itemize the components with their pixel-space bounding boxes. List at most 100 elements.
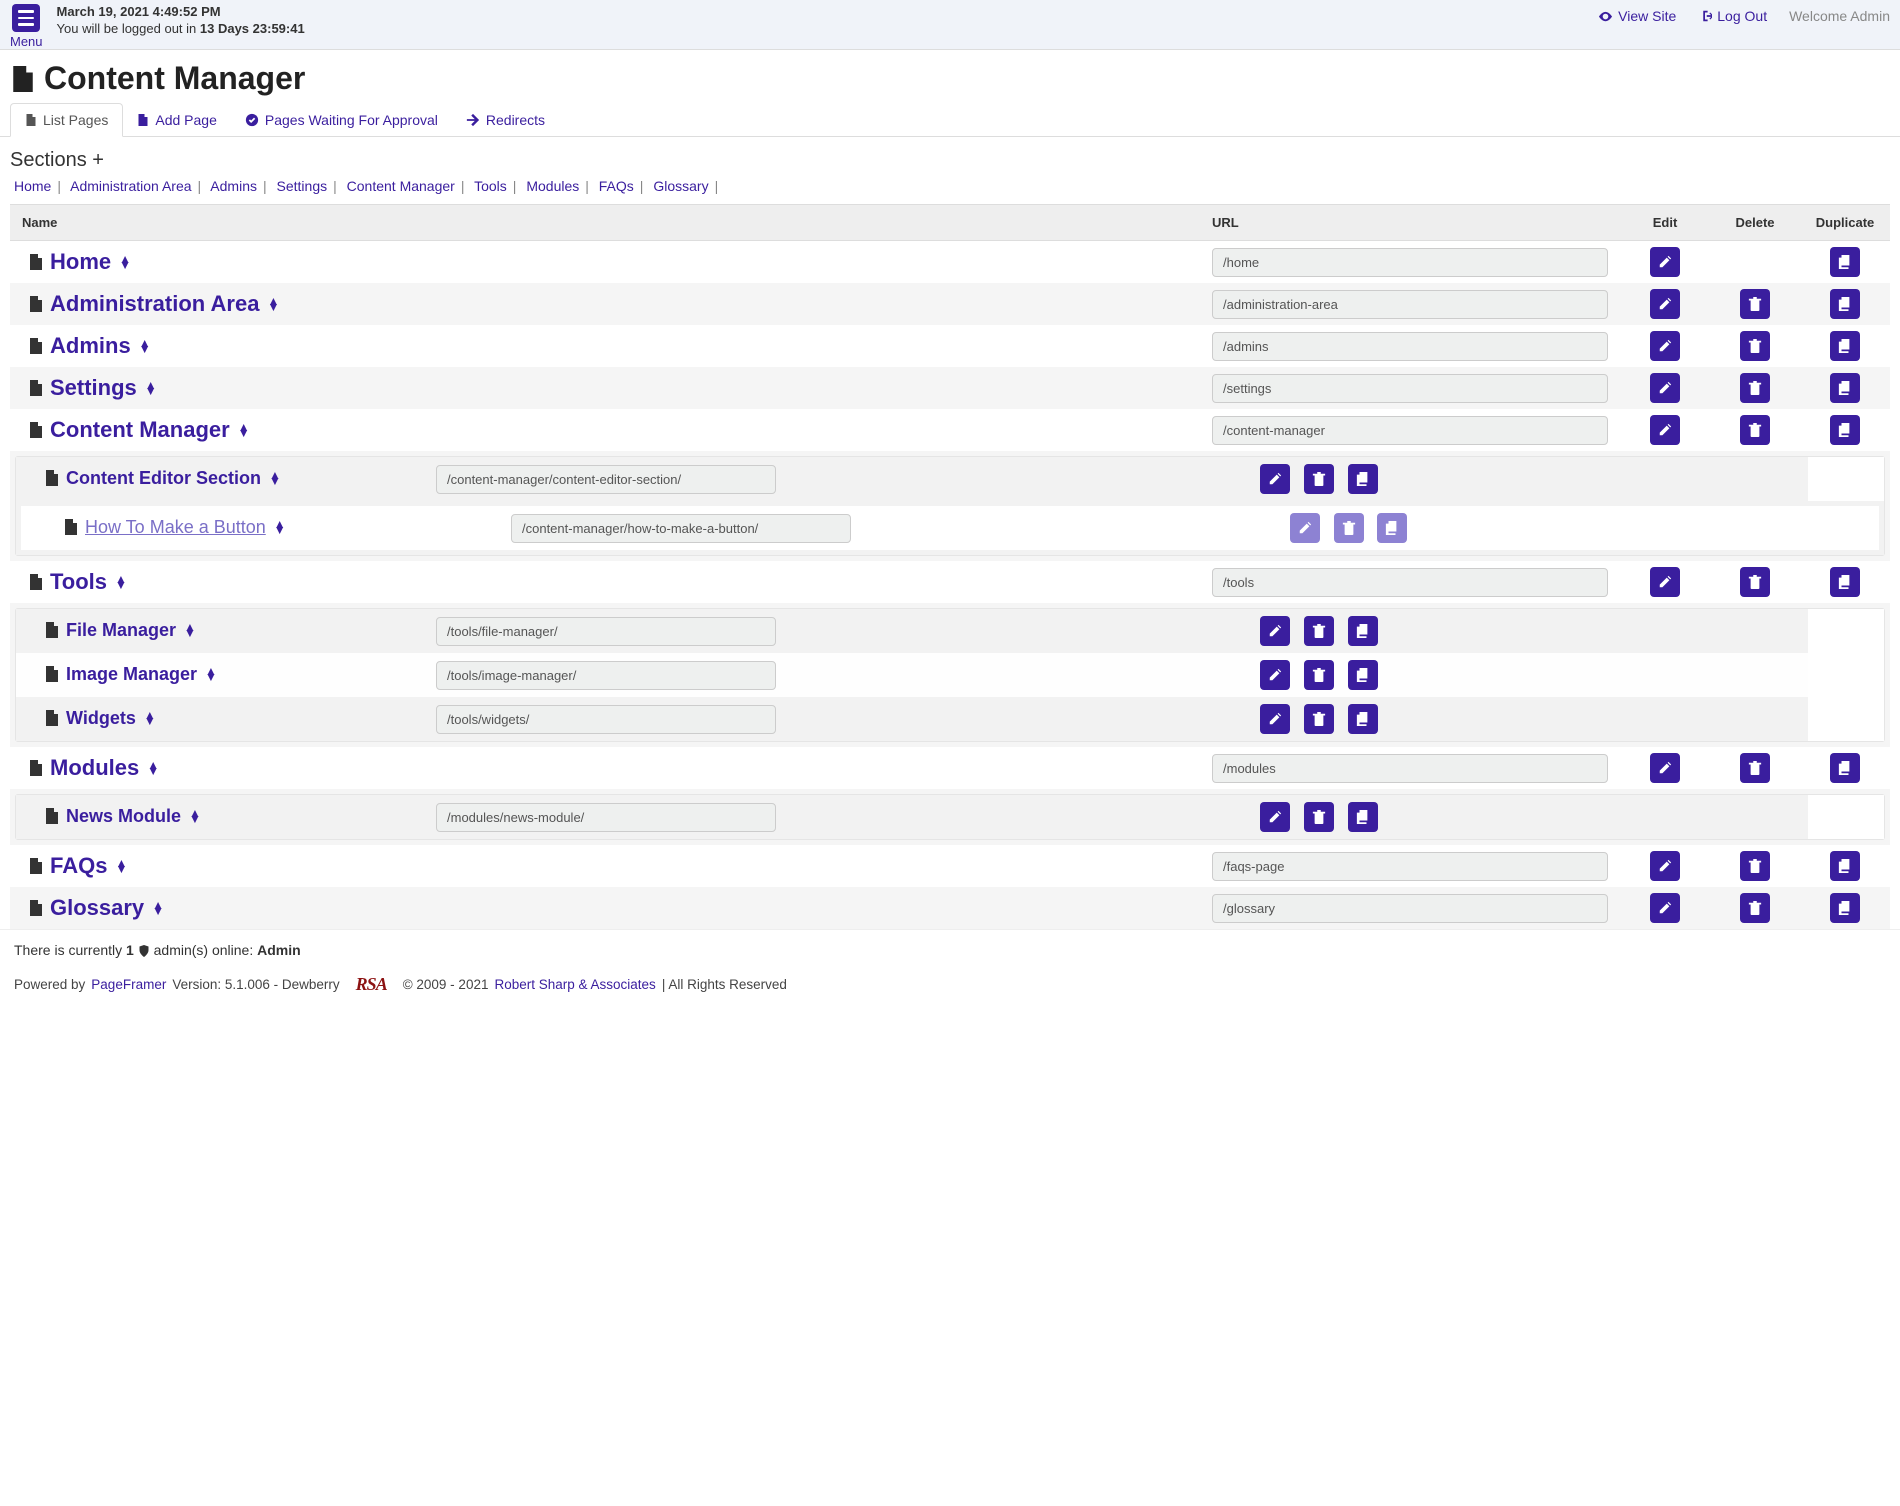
sort-icon[interactable]: ▲▼ bbox=[115, 860, 127, 872]
add-section-button[interactable]: + bbox=[92, 149, 104, 171]
view-site-link[interactable]: View Site bbox=[1598, 8, 1676, 24]
duplicate-button[interactable] bbox=[1348, 802, 1378, 832]
page-link-admin_area[interactable]: Administration Area ▲▼ bbox=[28, 291, 279, 317]
url-field[interactable] bbox=[436, 465, 776, 494]
url-field[interactable] bbox=[1212, 248, 1608, 277]
duplicate-button[interactable] bbox=[1830, 851, 1860, 881]
page-link-glossary[interactable]: Glossary ▲▼ bbox=[28, 895, 164, 921]
crumb-admins[interactable]: Admins bbox=[210, 178, 257, 194]
tab-redirects[interactable]: Redirects bbox=[452, 103, 559, 136]
delete-button[interactable] bbox=[1304, 660, 1334, 690]
crumb-home[interactable]: Home bbox=[14, 178, 51, 194]
crumb-glossary[interactable]: Glossary bbox=[653, 178, 708, 194]
delete-button[interactable] bbox=[1740, 331, 1770, 361]
duplicate-button[interactable] bbox=[1348, 704, 1378, 734]
pageframer-link[interactable]: PageFramer bbox=[91, 977, 166, 992]
duplicate-button[interactable] bbox=[1830, 247, 1860, 277]
tab-list-pages[interactable]: List Pages bbox=[10, 103, 123, 137]
url-field[interactable] bbox=[1212, 374, 1608, 403]
sort-icon[interactable]: ▲▼ bbox=[205, 668, 217, 680]
sort-icon[interactable]: ▲▼ bbox=[119, 256, 131, 268]
page-link-news_module[interactable]: News Module ▲▼ bbox=[44, 806, 201, 827]
edit-button[interactable] bbox=[1260, 802, 1290, 832]
duplicate-button[interactable] bbox=[1830, 893, 1860, 923]
edit-button[interactable] bbox=[1290, 513, 1320, 543]
edit-button[interactable] bbox=[1260, 616, 1290, 646]
delete-button[interactable] bbox=[1740, 567, 1770, 597]
crumb-settings[interactable]: Settings bbox=[277, 178, 328, 194]
url-field[interactable] bbox=[1212, 332, 1608, 361]
log-out-link[interactable]: Log Out bbox=[1698, 8, 1767, 24]
duplicate-button[interactable] bbox=[1348, 616, 1378, 646]
delete-button[interactable] bbox=[1740, 415, 1770, 445]
page-link-content_manager[interactable]: Content Manager ▲▼ bbox=[28, 417, 250, 443]
duplicate-button[interactable] bbox=[1830, 373, 1860, 403]
edit-button[interactable] bbox=[1650, 893, 1680, 923]
delete-button[interactable] bbox=[1304, 802, 1334, 832]
sort-icon[interactable]: ▲▼ bbox=[147, 762, 159, 774]
delete-button[interactable] bbox=[1334, 513, 1364, 543]
page-link-content_editor[interactable]: Content Editor Section ▲▼ bbox=[44, 468, 281, 489]
delete-button[interactable] bbox=[1740, 373, 1770, 403]
url-field[interactable] bbox=[1212, 754, 1608, 783]
edit-button[interactable] bbox=[1650, 373, 1680, 403]
url-field[interactable] bbox=[1212, 290, 1608, 319]
sort-icon[interactable]: ▲▼ bbox=[145, 382, 157, 394]
page-link-how_to_button[interactable]: How To Make a Button ▲▼ bbox=[63, 517, 286, 538]
sort-icon[interactable]: ▲▼ bbox=[144, 712, 156, 724]
delete-button[interactable] bbox=[1740, 289, 1770, 319]
tab-add-page[interactable]: Add Page bbox=[123, 103, 231, 136]
duplicate-button[interactable] bbox=[1348, 464, 1378, 494]
page-link-image_manager[interactable]: Image Manager ▲▼ bbox=[44, 664, 217, 685]
url-field[interactable] bbox=[436, 705, 776, 734]
url-field[interactable] bbox=[1212, 568, 1608, 597]
edit-button[interactable] bbox=[1650, 567, 1680, 597]
sort-icon[interactable]: ▲▼ bbox=[184, 624, 196, 636]
delete-button[interactable] bbox=[1304, 616, 1334, 646]
url-field[interactable] bbox=[1212, 894, 1608, 923]
delete-button[interactable] bbox=[1304, 704, 1334, 734]
url-field[interactable] bbox=[511, 514, 851, 543]
delete-button[interactable] bbox=[1304, 464, 1334, 494]
duplicate-button[interactable] bbox=[1830, 331, 1860, 361]
rsa-link[interactable]: Robert Sharp & Associates bbox=[494, 977, 655, 992]
url-field[interactable] bbox=[436, 803, 776, 832]
edit-button[interactable] bbox=[1650, 753, 1680, 783]
delete-button[interactable] bbox=[1740, 753, 1770, 783]
sort-icon[interactable]: ▲▼ bbox=[267, 298, 279, 310]
edit-button[interactable] bbox=[1260, 704, 1290, 734]
sort-icon[interactable]: ▲▼ bbox=[139, 340, 151, 352]
page-link-settings[interactable]: Settings ▲▼ bbox=[28, 375, 157, 401]
duplicate-button[interactable] bbox=[1830, 753, 1860, 783]
page-link-faqs[interactable]: FAQs ▲▼ bbox=[28, 853, 127, 879]
duplicate-button[interactable] bbox=[1830, 289, 1860, 319]
url-field[interactable] bbox=[436, 617, 776, 646]
edit-button[interactable] bbox=[1260, 464, 1290, 494]
sort-icon[interactable]: ▲▼ bbox=[115, 576, 127, 588]
duplicate-button[interactable] bbox=[1348, 660, 1378, 690]
page-link-widgets[interactable]: Widgets ▲▼ bbox=[44, 708, 156, 729]
crumb-faqs[interactable]: FAQs bbox=[599, 178, 634, 194]
sort-icon[interactable]: ▲▼ bbox=[274, 521, 286, 533]
duplicate-button[interactable] bbox=[1830, 567, 1860, 597]
crumb-content-manager[interactable]: Content Manager bbox=[347, 178, 455, 194]
tab-pages-approval[interactable]: Pages Waiting For Approval bbox=[231, 103, 452, 136]
sort-icon[interactable]: ▲▼ bbox=[189, 810, 201, 822]
sort-icon[interactable]: ▲▼ bbox=[152, 902, 164, 914]
url-field[interactable] bbox=[1212, 852, 1608, 881]
crumb-tools[interactable]: Tools bbox=[474, 178, 507, 194]
duplicate-button[interactable] bbox=[1830, 415, 1860, 445]
sort-icon[interactable]: ▲▼ bbox=[269, 472, 281, 484]
edit-button[interactable] bbox=[1650, 415, 1680, 445]
page-link-modules[interactable]: Modules ▲▼ bbox=[28, 755, 159, 781]
edit-button[interactable] bbox=[1650, 331, 1680, 361]
delete-button[interactable] bbox=[1740, 851, 1770, 881]
url-field[interactable] bbox=[1212, 416, 1608, 445]
edit-button[interactable] bbox=[1650, 851, 1680, 881]
edit-button[interactable] bbox=[1650, 289, 1680, 319]
main-menu-button[interactable]: Menu bbox=[10, 4, 43, 49]
url-field[interactable] bbox=[436, 661, 776, 690]
duplicate-button[interactable] bbox=[1377, 513, 1407, 543]
page-link-admins[interactable]: Admins ▲▼ bbox=[28, 333, 151, 359]
delete-button[interactable] bbox=[1740, 893, 1770, 923]
